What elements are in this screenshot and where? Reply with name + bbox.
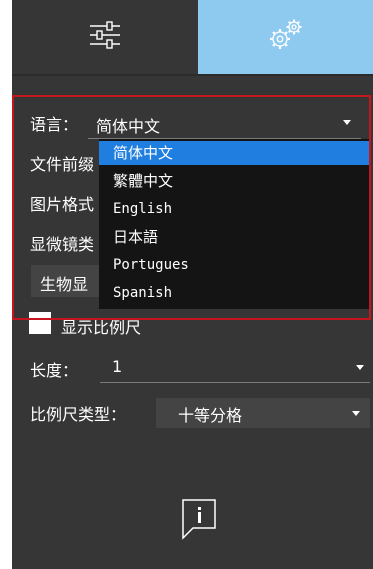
microscope-type-value: 生物显 xyxy=(40,275,89,294)
tab-bar xyxy=(12,0,373,74)
tab-settings[interactable] xyxy=(198,0,373,74)
scale-type-value: 十等分格 xyxy=(178,406,243,425)
feedback-button[interactable] xyxy=(181,498,217,546)
gears-icon xyxy=(266,17,306,57)
image-format-label: 图片格式 xyxy=(30,195,95,214)
language-option-japanese[interactable]: 日本語 xyxy=(99,225,371,249)
language-dropdown: 简体中文 繁體中文 English 日本語 Portugues Spanish xyxy=(99,139,371,309)
microscope-type-label: 显微镜类 xyxy=(30,235,95,254)
language-option-english[interactable]: English xyxy=(99,197,371,221)
length-label: 长度： xyxy=(30,361,79,380)
chevron-down-icon xyxy=(352,411,360,416)
chevron-down-icon xyxy=(356,365,364,370)
tab-divider xyxy=(12,74,373,76)
file-prefix-label: 文件前缀 xyxy=(30,155,95,174)
language-option-simplified-chinese[interactable]: 简体中文 xyxy=(99,141,371,165)
scale-type-label: 比例尺类型： xyxy=(30,405,127,424)
language-option-traditional-chinese[interactable]: 繁體中文 xyxy=(99,169,371,193)
length-select[interactable]: 1 xyxy=(100,354,370,383)
language-label: 语言： xyxy=(30,115,79,134)
sliders-icon xyxy=(87,20,123,54)
language-option-spanish[interactable]: Spanish xyxy=(99,281,371,305)
language-option-portuguese[interactable]: Portugues xyxy=(99,253,371,277)
language-value: 简体中文 xyxy=(96,117,161,136)
length-value: 1 xyxy=(112,357,123,376)
info-bubble-icon xyxy=(181,499,217,546)
scale-type-select[interactable]: 十等分格 xyxy=(156,398,370,428)
show-scale-checkbox[interactable] xyxy=(29,312,51,334)
language-select[interactable]: 简体中文 xyxy=(88,110,361,139)
tab-adjustments[interactable] xyxy=(12,0,198,74)
show-scale-label: 显示比例尺 xyxy=(61,318,142,337)
chevron-down-icon xyxy=(343,120,351,125)
